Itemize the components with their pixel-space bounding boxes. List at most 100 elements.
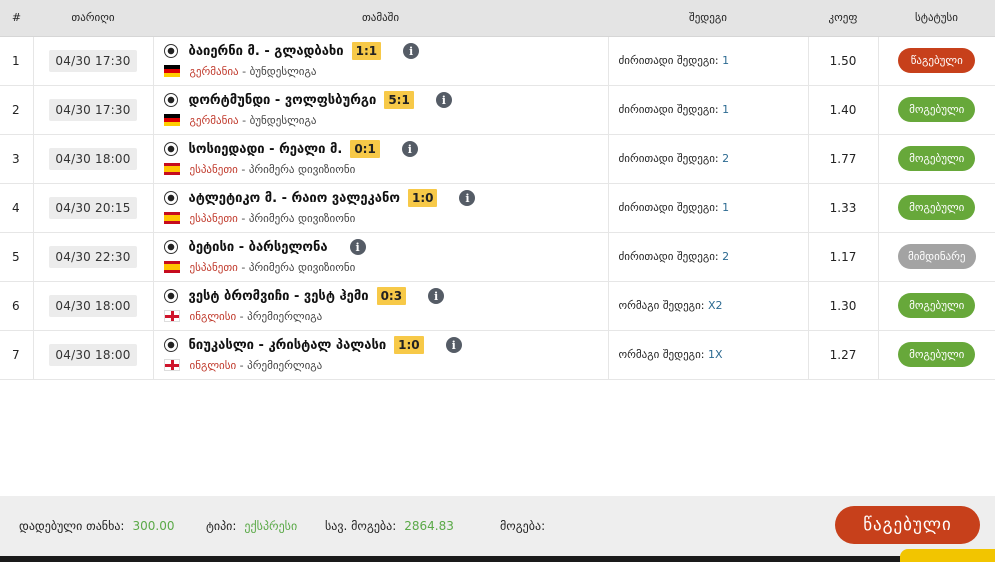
row-date-cell: 04/30 22:30: [33, 232, 154, 282]
league-line: გერმანია - ბუნდესლიგა: [163, 62, 608, 80]
status-badge: მოგებული: [898, 97, 976, 122]
match-name: სოსიედადი - რეალი მ.: [188, 141, 343, 157]
game-line: ნიუკასლი - კრისტალ პალასი 1:0 i: [163, 335, 608, 355]
odds-value: 1.30: [829, 298, 857, 313]
country-name: ესპანეთი: [189, 211, 238, 225]
outcome-value: 1: [722, 201, 730, 214]
country-name: გერმანია: [189, 113, 239, 127]
row-status-cell: მოგებული: [878, 85, 995, 135]
status-badge: მიმდინარე: [897, 244, 976, 269]
odds-value: 1.17: [829, 249, 857, 264]
info-icon[interactable]: i: [435, 92, 452, 108]
league-name-text: პრემიერლიგა: [247, 358, 323, 372]
info-icon[interactable]: i: [428, 288, 445, 304]
bet-slip-table: # თარიღი თამაში შედეგი კოეფ სტატუსი 1 04…: [0, 0, 995, 380]
row-number: 1: [0, 36, 34, 86]
outcome-value: X2: [707, 299, 723, 312]
stake-label: დადებული თანხა:: [19, 519, 125, 533]
row-status-cell: მოგებული: [878, 281, 995, 331]
match-name: ბეტისი - ბარსელონა: [188, 239, 328, 255]
info-icon[interactable]: i: [349, 239, 366, 255]
league-line: ინგლისი - პრემიერლიგა: [163, 356, 608, 374]
outcome-value: 2: [722, 250, 730, 263]
row-odds-cell: 1.50: [808, 36, 879, 86]
match-name: დორტმუნდი - ვოლფსბურგი: [188, 92, 377, 108]
match-score: 5:1: [384, 91, 414, 109]
match-date: 04/30 18:00: [49, 294, 137, 317]
match-score: 1:1: [351, 42, 382, 60]
row-date-cell: 04/30 17:30: [33, 36, 154, 86]
bottom-accent-tab[interactable]: [900, 549, 995, 562]
league-line: ესპანეთი - პრიმერა დივიზიონი: [163, 258, 608, 276]
country-flag-icon: [163, 310, 180, 322]
game-line: სოსიედადი - რეალი მ. 0:1 i: [163, 139, 608, 159]
row-date-cell: 04/30 18:00: [33, 330, 154, 380]
game-line: დორტმუნდი - ვოლფსბურგი 5:1 i: [163, 90, 608, 110]
outcome-label: ძირითადი შედეგი:: [618, 54, 719, 67]
game-line: ატლეტიკო მ. - რაიო ვალეკანო 1:0 i: [163, 188, 608, 208]
odds-value: 1.50: [829, 53, 857, 68]
outcome-label: ძირითადი შედეგი:: [618, 201, 719, 214]
row-odds-cell: 1.33: [808, 183, 879, 233]
league-name-text: პრიმერა დივიზიონი: [248, 260, 356, 274]
soccer-ball-icon: [163, 44, 178, 58]
row-number-text: 6: [12, 298, 20, 313]
stake-value: 300.00: [132, 519, 175, 533]
table-row: 7 04/30 18:00 ნიუკასლი - კრისტალ პალასი …: [0, 330, 995, 380]
row-game-cell: ატლეტიკო მ. - რაიო ვალეკანო 1:0 i ესპანე…: [153, 183, 609, 233]
info-icon[interactable]: i: [401, 141, 418, 157]
row-number: 2: [0, 85, 34, 135]
row-number-text: 4: [12, 200, 20, 215]
row-outcome-cell: ძირითადი შედეგი: 2: [608, 134, 809, 184]
league-name: - პრიმერა დივიზიონი: [237, 162, 356, 176]
bet-summary-footer: დადებული თანხა: 300.00 ტიპი: ექსპრესი სა…: [0, 496, 995, 556]
row-status-cell: წაგებული: [878, 36, 995, 86]
match-date: 04/30 18:00: [49, 343, 137, 366]
type-label: ტიპი:: [206, 519, 237, 533]
bet-table-container: # თარიღი თამაში შედეგი კოეფ სტატუსი 1 04…: [0, 0, 995, 380]
row-number-text: 2: [12, 102, 20, 117]
match-date: 04/30 17:30: [49, 98, 137, 121]
country-name: ესპანეთი: [189, 260, 238, 274]
outcome-label: ძირითადი შედეგი:: [618, 152, 719, 165]
league-name-text: პრემიერლიგა: [247, 309, 323, 323]
row-status-cell: მოგებული: [878, 183, 995, 233]
country-flag-icon: [163, 212, 180, 224]
soccer-ball-icon: [163, 289, 178, 303]
type-value: ექსპრესი: [244, 519, 298, 533]
game-line: ბაიერნი მ. - გლადბახი 1:1 i: [163, 41, 608, 61]
country-flag-icon: [163, 261, 180, 273]
header-outcome: შედეგი: [608, 0, 808, 37]
odds-value: 1.33: [829, 200, 857, 215]
header-num: #: [0, 0, 33, 37]
row-game-cell: სოსიედადი - რეალი მ. 0:1 i ესპანეთი - პრ…: [153, 134, 609, 184]
status-badge: წაგებული: [898, 48, 976, 73]
league-line: ესპანეთი - პრიმერა დივიზიონი: [163, 160, 608, 178]
row-number-text: 1: [12, 53, 20, 68]
outcome-value: 1: [722, 103, 730, 116]
potential-win-summary: სავ. მოგება: 2864.83: [325, 519, 454, 533]
info-icon[interactable]: i: [403, 43, 420, 59]
row-game-cell: ნიუკასლი - კრისტალ პალასი 1:0 i ინგლისი …: [153, 330, 609, 380]
odds-value: 1.40: [829, 102, 857, 117]
header-status: სტატუსი: [878, 0, 995, 37]
league-name: - პრემიერლიგა: [236, 358, 323, 372]
match-name: ვესტ ბრომვიჩი - ვესტ ჰემი: [188, 288, 369, 304]
row-outcome-cell: ორმაგი შედეგი: X2: [608, 281, 809, 331]
table-row: 1 04/30 17:30 ბაიერნი მ. - გლადბახი 1:1 …: [0, 36, 995, 86]
row-odds-cell: 1.77: [808, 134, 879, 184]
row-odds-cell: 1.40: [808, 85, 879, 135]
info-icon[interactable]: i: [459, 190, 476, 206]
type-summary: ტიპი: ექსპრესი: [206, 519, 297, 533]
soccer-ball-icon: [163, 338, 178, 352]
match-name: ნიუკასლი - კრისტალ პალასი: [188, 337, 387, 353]
status-badge: მოგებული: [898, 342, 976, 367]
soccer-ball-icon: [163, 142, 178, 156]
info-icon[interactable]: i: [445, 337, 462, 353]
row-status-cell: მოგებული: [878, 330, 995, 380]
match-score: 1:0: [407, 189, 438, 207]
league-name: - პრიმერა დივიზიონი: [237, 260, 356, 274]
row-game-cell: ბეტისი - ბარსელონა i ესპანეთი - პრიმერა …: [153, 232, 609, 282]
potential-win-label: სავ. მოგება:: [325, 519, 397, 533]
status-badge: მოგებული: [898, 195, 976, 220]
